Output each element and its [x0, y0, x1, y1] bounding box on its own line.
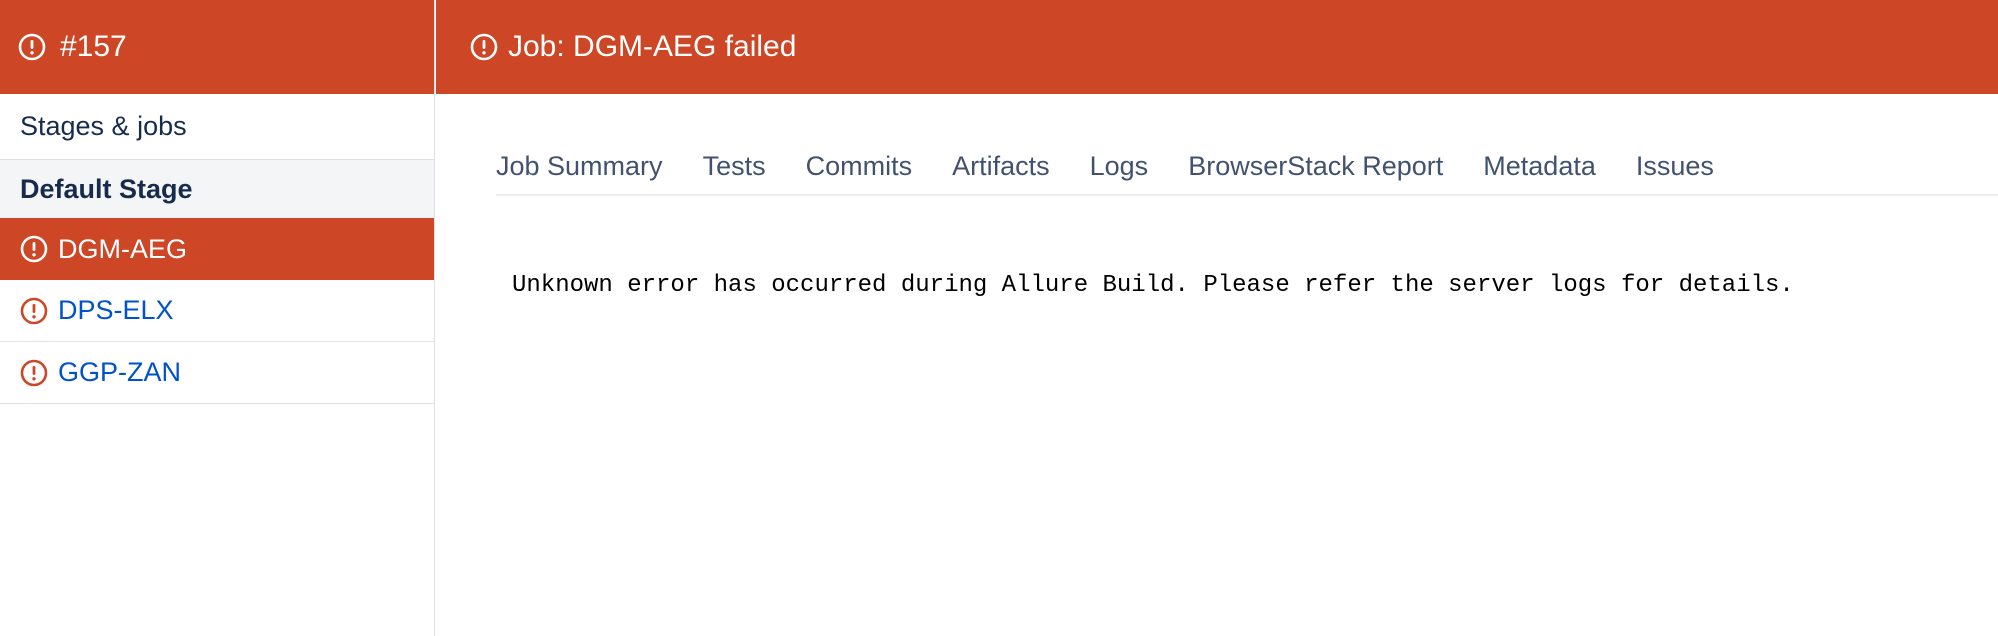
page-title: Job: DGM-AEG failed	[508, 30, 797, 63]
page: #157 Stages & jobs Default Stage DGM-AEG	[0, 0, 1998, 636]
sidebar-item-dgm-aeg[interactable]: DGM-AEG	[0, 218, 434, 280]
error-message: Unknown error has occurred during Allure…	[512, 272, 1794, 299]
error-icon	[18, 33, 46, 61]
tab-job-summary[interactable]: Job Summary	[496, 140, 663, 192]
tab-bar: Job Summary Tests Commits Artifacts Logs…	[496, 140, 1998, 196]
build-number: #157	[60, 30, 127, 63]
tab-issues[interactable]: Issues	[1636, 140, 1714, 192]
sidebar-item-ggp-zan[interactable]: GGP-ZAN	[0, 342, 434, 404]
job-header: Job: DGM-AEG failed	[436, 0, 1998, 94]
tab-metadata[interactable]: Metadata	[1483, 140, 1596, 192]
tab-browserstack-report[interactable]: BrowserStack Report	[1188, 140, 1443, 192]
error-icon	[470, 33, 498, 61]
error-icon	[20, 297, 48, 325]
tab-logs[interactable]: Logs	[1090, 140, 1149, 192]
tab-commits[interactable]: Commits	[806, 140, 913, 192]
stages-title: Stages & jobs	[0, 94, 434, 160]
tab-artifacts[interactable]: Artifacts	[952, 140, 1050, 192]
job-label: DPS-ELX	[58, 295, 174, 325]
tab-tests[interactable]: Tests	[703, 140, 766, 192]
main-panel: Job: DGM-AEG failed Job Summary Tests Co…	[436, 0, 1998, 636]
error-icon	[20, 359, 48, 387]
stage-name: Default Stage	[0, 160, 434, 218]
build-header[interactable]: #157	[0, 0, 434, 94]
sidebar: #157 Stages & jobs Default Stage DGM-AEG	[0, 0, 435, 636]
job-label: GGP-ZAN	[58, 357, 182, 387]
error-icon	[20, 235, 48, 263]
sidebar-item-dps-elx[interactable]: DPS-ELX	[0, 280, 434, 342]
job-label: DGM-AEG	[58, 233, 188, 264]
